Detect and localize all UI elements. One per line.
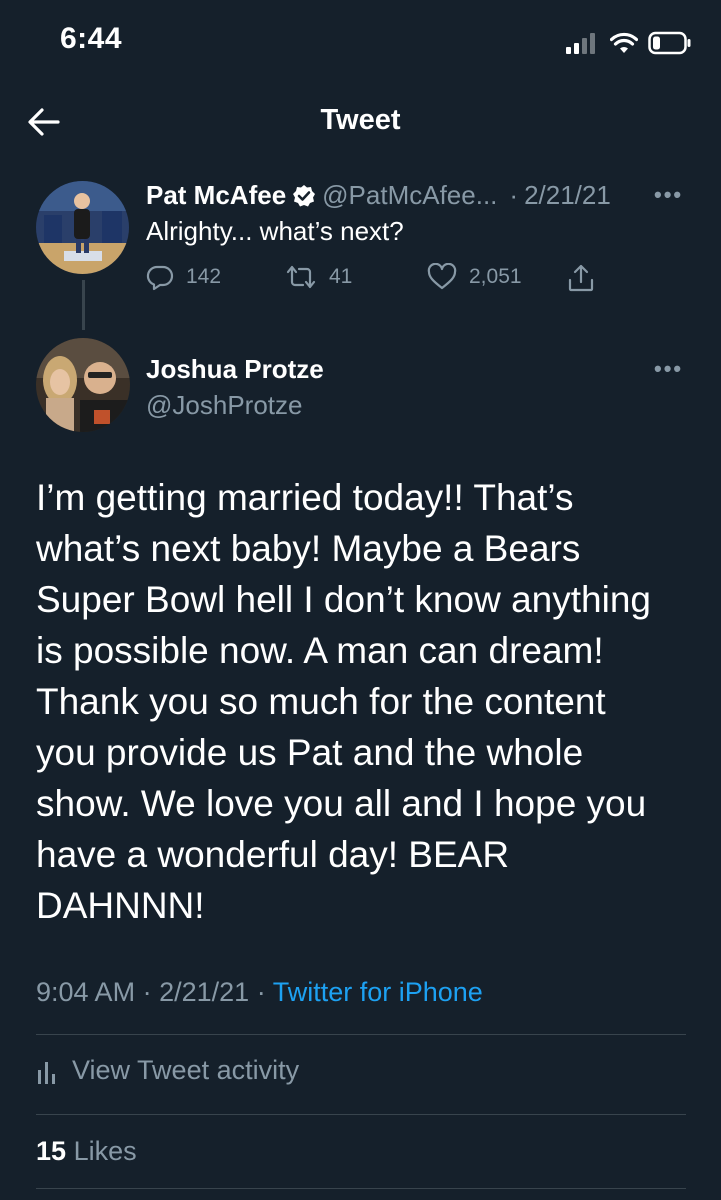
activity-chart-icon (38, 1061, 55, 1084)
meta-separator: · (142, 977, 160, 1007)
quoted-author-avatar[interactable] (36, 181, 129, 274)
signal-icon (566, 33, 595, 54)
likes-count: 15 (36, 1136, 67, 1166)
divider (36, 1188, 686, 1189)
tweet-source-link[interactable]: Twitter for iPhone (273, 977, 483, 1007)
divider (36, 1034, 686, 1035)
reply-icon (146, 265, 174, 291)
view-tweet-activity-label: View Tweet activity (72, 1055, 300, 1085)
likes-label: Likes (73, 1136, 137, 1166)
like-action[interactable]: 2,051 (427, 263, 522, 291)
page-title: Tweet (320, 104, 401, 136)
meta-separator: · (256, 977, 273, 1007)
quoted-tweet-text: Alrighty... what’s next? (146, 216, 404, 246)
retweet-count: 41 (329, 265, 353, 288)
share-action[interactable] (567, 263, 595, 293)
status-icons (566, 28, 692, 58)
quoted-more-options-icon[interactable]: ••• (654, 182, 683, 208)
tweet-text: I’m getting married today!! That’s what’… (36, 477, 651, 926)
retweet-icon (286, 265, 316, 289)
tweet-meta: 9:04 AM · 2/21/21 · Twitter for iPhone (36, 977, 483, 1008)
view-tweet-activity-button[interactable]: View Tweet activity (36, 1055, 299, 1086)
tweet-date: 2/21/21 (159, 977, 250, 1007)
status-time: 6:44 (60, 22, 123, 55)
battery-icon (648, 31, 691, 55)
likes-summary[interactable]: 15 Likes (36, 1136, 137, 1167)
retweet-action[interactable]: 41 (285, 263, 352, 291)
more-options-icon[interactable]: ••• (654, 356, 683, 382)
like-count: 2,051 (469, 265, 522, 288)
heart-icon (427, 263, 457, 290)
quoted-tweet-date: 2/21/21 (524, 180, 611, 210)
meta-separator: · (509, 180, 519, 210)
divider (36, 1114, 686, 1115)
tweet-time: 9:04 AM (36, 977, 136, 1007)
quoted-tweet-header: Pat McAfee @PatMcAfee... · 2/21/21 (146, 180, 611, 211)
wifi-icon (610, 32, 638, 53)
share-icon (568, 264, 594, 292)
author-name[interactable]: Joshua Protze (146, 354, 324, 385)
author-avatar[interactable] (36, 338, 130, 432)
quoted-author-handle[interactable]: @PatMcAfee... (322, 180, 497, 211)
reply-action[interactable]: 142 (146, 263, 221, 291)
thread-connector-line (82, 280, 85, 330)
author-handle[interactable]: @JoshProtze (146, 390, 302, 421)
quoted-author-name[interactable]: Pat McAfee (146, 180, 286, 211)
verified-badge-icon (293, 184, 316, 206)
reply-count: 142 (186, 265, 222, 288)
